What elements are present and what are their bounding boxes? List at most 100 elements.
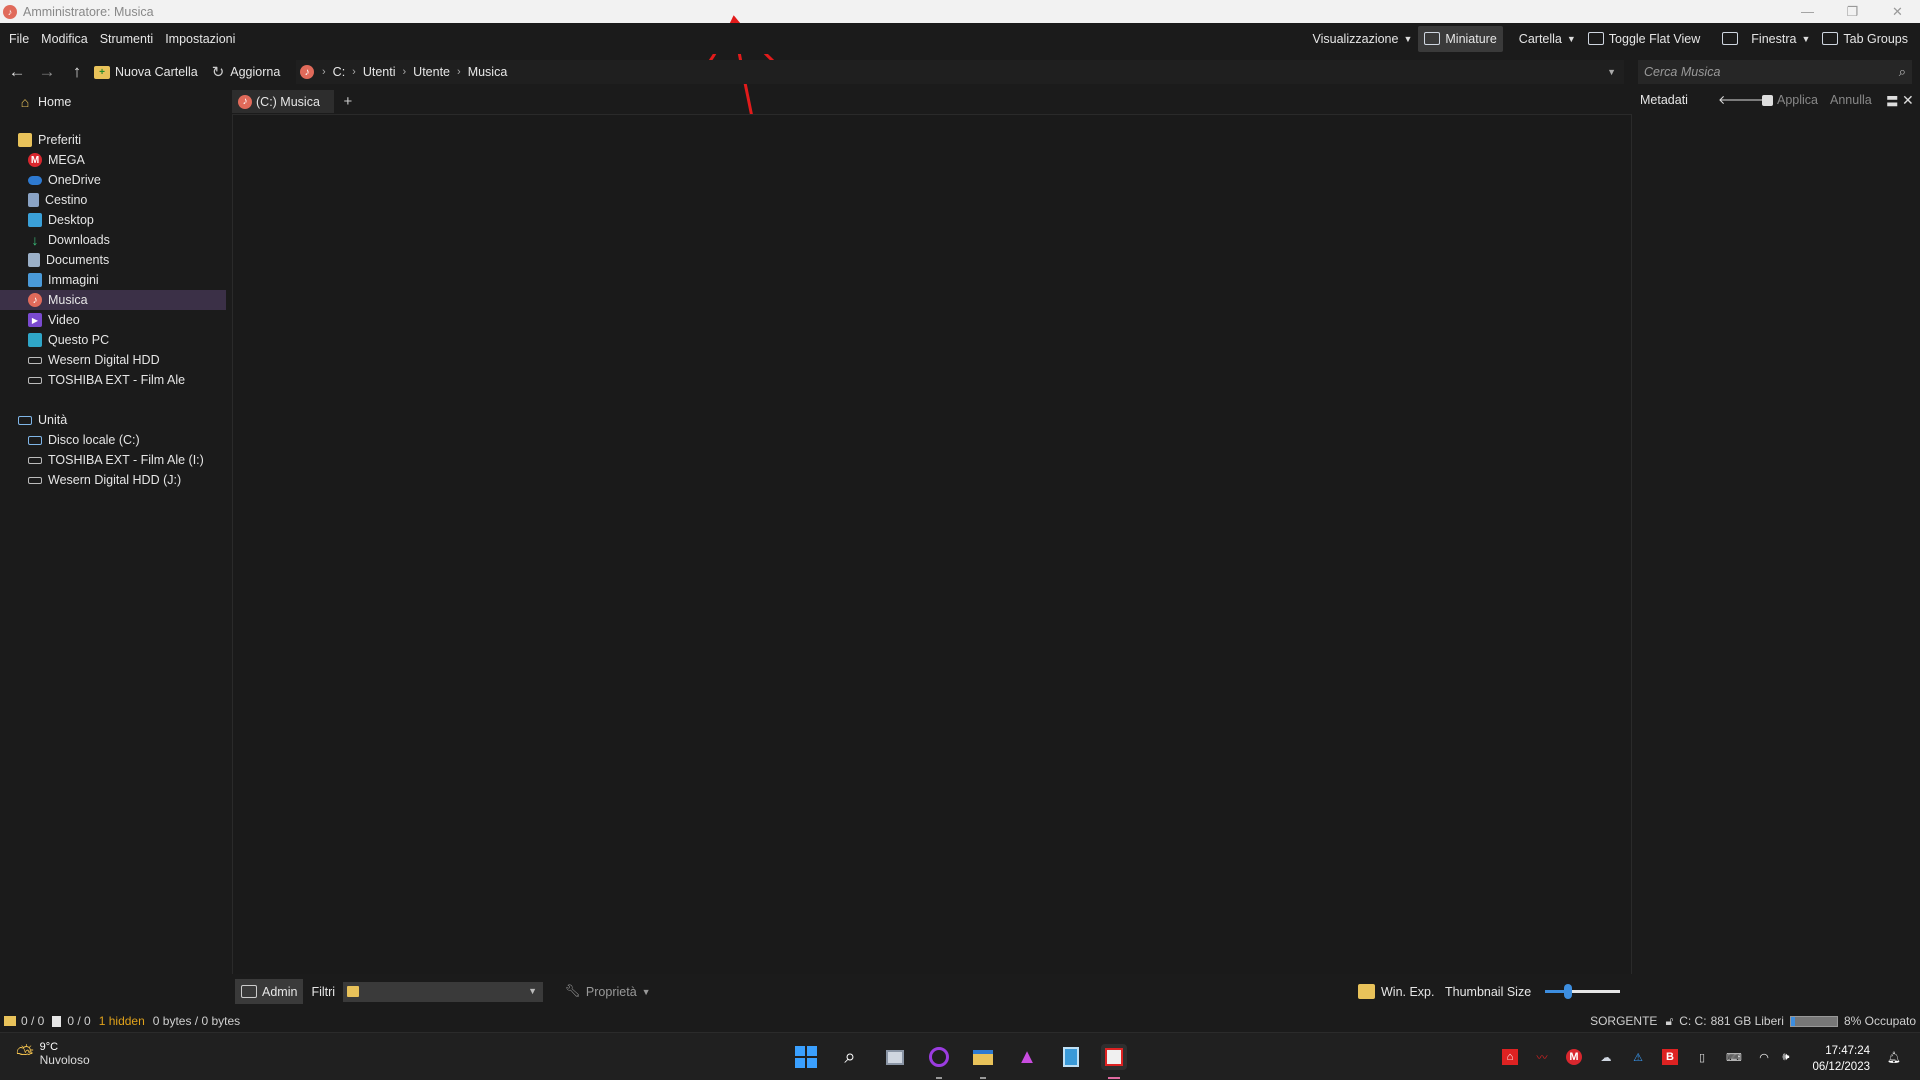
- sidebar-drives-header[interactable]: Unità: [0, 410, 226, 430]
- volume-icon[interactable]: 🕪︎: [1778, 1049, 1794, 1065]
- refresh-button[interactable]: ↻ Aggiorna: [212, 60, 281, 84]
- folder-menu-label: Cartella: [1518, 31, 1562, 46]
- menu-impostazioni[interactable]: Impostazioni: [159, 23, 241, 54]
- search-icon[interactable]: ⌕: [1899, 64, 1906, 80]
- toggle-flat-view-button[interactable]: Toggle Flat View: [1582, 26, 1707, 52]
- metadata-panel: Metadati 🡐 🡒 Applica Annulla 〓 ✕: [1636, 90, 1920, 1010]
- tab-music[interactable]: ♪ (C:) Musica: [232, 90, 334, 113]
- thumbnails-button[interactable]: Miniature: [1418, 25, 1503, 52]
- onedrive-tray-icon[interactable]: ☁: [1598, 1049, 1614, 1065]
- address-bar[interactable]: ♪ › C: › Utenti › Utente › Musica ▼: [296, 60, 1624, 84]
- notepad-icon[interactable]: [1058, 1044, 1084, 1070]
- metadata-title: Metadati: [1640, 93, 1688, 107]
- security-tray-icon[interactable]: ⚠: [1630, 1049, 1646, 1065]
- tab-strip: ♪ (C:) Musica +: [232, 90, 1632, 113]
- notification-bell-icon[interactable]: 🔔︎: [1886, 1049, 1902, 1065]
- sidebar-item-video[interactable]: ▶ Video: [0, 310, 226, 330]
- breadcrumb-user[interactable]: Utente: [413, 65, 450, 79]
- sidebar-item-pictures[interactable]: Immagini: [0, 270, 226, 290]
- sidebar-item-drive-c[interactable]: Disco locale (C:): [0, 430, 226, 450]
- sidebar-item-music[interactable]: ♪ Musica: [0, 290, 226, 310]
- keyboard-tray-icon[interactable]: ⌨: [1726, 1049, 1742, 1065]
- file-list-area[interactable]: [232, 114, 1632, 974]
- apply-control[interactable]: Applica: [1762, 90, 1818, 110]
- sidebar-item-label: Unità: [38, 413, 68, 427]
- sidebar-item-label: Documents: [46, 253, 110, 267]
- close-icon[interactable]: ✕: [1902, 90, 1914, 110]
- minimize-button[interactable]: —: [1785, 0, 1830, 23]
- view-menu-label: Visualizzazione: [1312, 31, 1399, 46]
- properties-button[interactable]: 🔧︎ Proprietà ▼: [565, 979, 651, 1004]
- menu-strumenti[interactable]: Strumenti: [94, 23, 160, 54]
- sidebar-item-home[interactable]: ⌂ Home: [0, 92, 226, 112]
- wifi-icon[interactable]: ◠: [1756, 1049, 1772, 1065]
- up-arrow-icon[interactable]: ↑: [62, 60, 92, 84]
- cloud-icon: [28, 175, 42, 185]
- title-bar: ♪ Amministratore: Musica — ❐ ✕: [0, 0, 1920, 23]
- status-folders: 0 / 0: [21, 1014, 45, 1028]
- view-menu[interactable]: Visualizzazione ▼: [1307, 26, 1419, 52]
- sidebar-item-documents[interactable]: Documents: [0, 250, 226, 270]
- thumbnail-size-slider[interactable]: [1545, 984, 1620, 999]
- window-menu[interactable]: Finestra ▼: [1716, 26, 1816, 52]
- menu-bar: File Modifica Strumenti Impostazioni Vis…: [0, 23, 1920, 54]
- tray-b-icon[interactable]: B: [1662, 1049, 1678, 1065]
- task-view-icon[interactable]: [882, 1044, 908, 1070]
- status-hidden[interactable]: 1 hidden: [99, 1012, 145, 1030]
- cancel-button[interactable]: Annulla: [1830, 90, 1872, 110]
- filter-select[interactable]: ▼: [343, 981, 544, 1002]
- new-tab-button[interactable]: +: [338, 93, 358, 110]
- menu-modifica[interactable]: Modifica: [35, 23, 94, 54]
- admin-button[interactable]: Admin: [235, 979, 304, 1004]
- drive-icon: [28, 435, 42, 445]
- forward-arrow-icon[interactable]: →: [32, 60, 62, 84]
- weather-widget[interactable]: ⛅︎ 9°C Nuvoloso: [16, 1041, 90, 1067]
- file-explorer-icon[interactable]: [970, 1044, 996, 1070]
- usb-tray-icon[interactable]: ▯: [1694, 1049, 1710, 1065]
- thumbnail-slider-handle[interactable]: [1563, 984, 1572, 999]
- win-explorer-button[interactable]: Win. Exp.: [1358, 979, 1435, 1004]
- apply-checkbox[interactable]: [1762, 94, 1773, 106]
- tab-groups-button[interactable]: Tab Groups: [1816, 26, 1914, 52]
- restore-button[interactable]: ❐: [1830, 0, 1875, 23]
- search-input[interactable]: Cerca Musica ⌕: [1638, 60, 1912, 84]
- drive-icon: [28, 356, 42, 364]
- tray-app-icon[interactable]: 〰: [1534, 1049, 1550, 1065]
- sidebar-item-desktop[interactable]: Desktop: [0, 210, 226, 230]
- sidebar-item-toshiba[interactable]: TOSHIBA EXT - Film Ale: [0, 370, 226, 390]
- address-dropdown-icon[interactable]: ▼: [1607, 67, 1616, 77]
- sidebar-favorites-header[interactable]: Preferiti: [0, 130, 226, 150]
- breadcrumb-music[interactable]: Musica: [468, 65, 508, 79]
- mega-tray-icon[interactable]: M: [1566, 1049, 1582, 1065]
- folder-menu[interactable]: Cartella ▼: [1513, 26, 1582, 52]
- chevron-right-icon: ›: [457, 66, 461, 78]
- windows-start-icon[interactable]: [793, 1044, 819, 1070]
- sidebar-item-recycle-bin[interactable]: Cestino: [0, 190, 226, 210]
- sidebar-item-label: Downloads: [48, 233, 110, 247]
- sidebar-item-onedrive[interactable]: OneDrive: [0, 170, 226, 190]
- xyplorer-icon[interactable]: [1101, 1044, 1127, 1070]
- running-app-indicator: [936, 1077, 942, 1079]
- sidebar-item-wd-hdd[interactable]: Wesern Digital HDD: [0, 350, 226, 370]
- vlc-icon[interactable]: ▲: [1014, 1044, 1040, 1070]
- status-bar: 0 / 0 0 / 0 1 hidden 0 bytes / 0 bytes S…: [0, 1012, 1920, 1030]
- close-window-button[interactable]: ✕: [1875, 0, 1920, 23]
- opera-icon[interactable]: [926, 1044, 952, 1070]
- lock-icon[interactable]: 🔓︎: [1665, 1012, 1673, 1030]
- sidebar-item-downloads[interactable]: ↓ Downloads: [0, 230, 226, 250]
- acrobat-tray-icon[interactable]: ⌂: [1502, 1049, 1518, 1065]
- apply-label: Applica: [1777, 93, 1818, 107]
- back-arrow-icon[interactable]: ←: [2, 60, 32, 84]
- sidebar-item-drive-j[interactable]: Wesern Digital HDD (J:): [0, 470, 226, 490]
- breadcrumb-drive[interactable]: C:: [333, 65, 346, 79]
- menu-lines-icon[interactable]: 〓: [1886, 90, 1899, 110]
- sidebar-item-this-pc[interactable]: Questo PC: [0, 330, 226, 350]
- search-icon[interactable]: ⌕: [837, 1044, 863, 1070]
- new-folder-button[interactable]: + Nuova Cartella: [94, 60, 198, 84]
- menu-file[interactable]: File: [0, 23, 35, 54]
- sidebar-item-drive-i[interactable]: TOSHIBA EXT - Film Ale (I:): [0, 450, 226, 470]
- sidebar-item-mega[interactable]: M MEGA: [0, 150, 226, 170]
- clock[interactable]: 17:47:24 06/12/2023: [1810, 1043, 1870, 1075]
- breadcrumb-users[interactable]: Utenti: [363, 65, 396, 79]
- window-title: Amministratore: Musica: [23, 4, 154, 19]
